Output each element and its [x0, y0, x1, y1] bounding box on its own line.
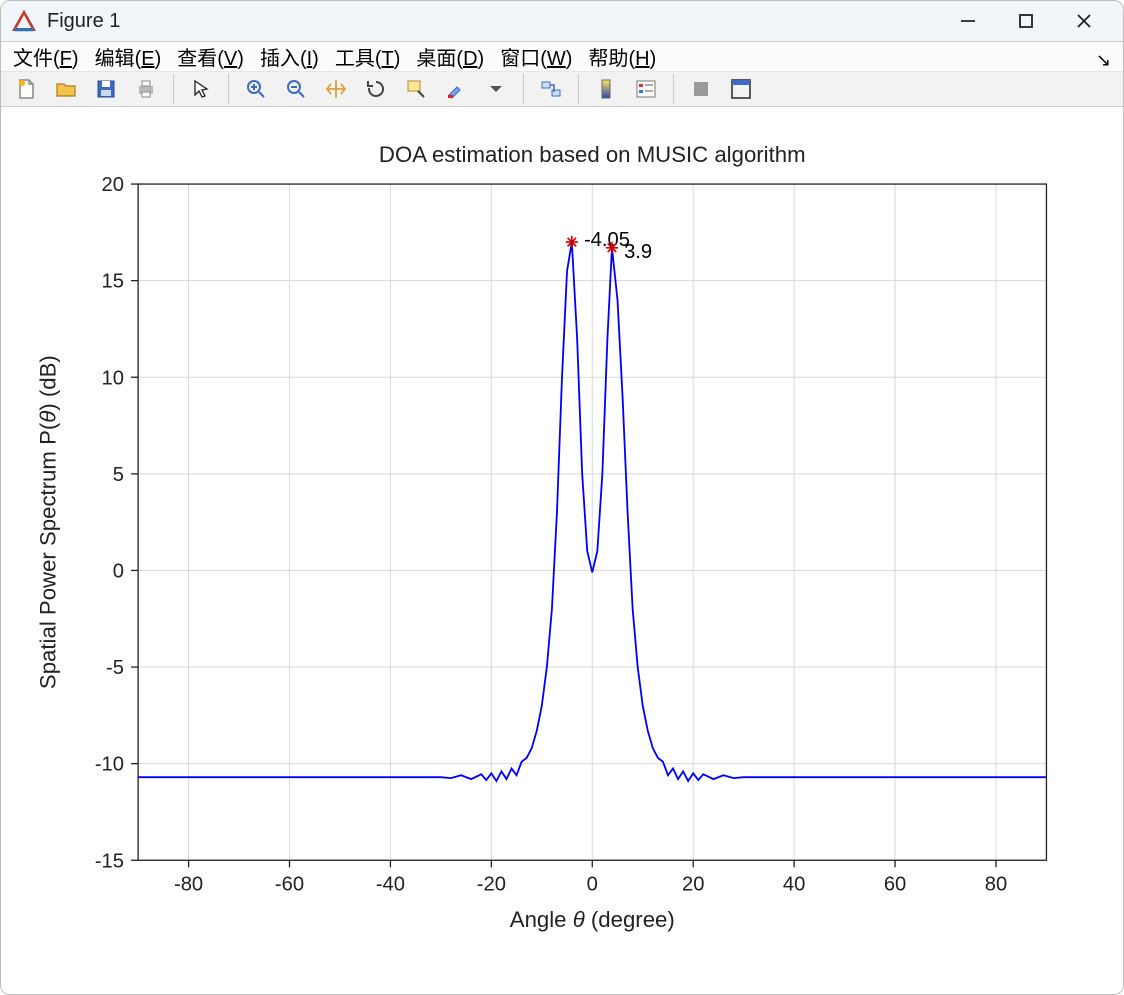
rotate-icon[interactable] — [359, 72, 393, 106]
svg-text:-15: -15 — [95, 850, 124, 872]
svg-text:-80: -80 — [174, 874, 203, 896]
menubar: 文件(F) 编辑(E) 查看(V) 插入(I) 工具(T) 桌面(D) 窗口(W… — [1, 42, 1123, 72]
menu-file[interactable]: 文件(F) — [13, 42, 79, 71]
menu-edit[interactable]: 编辑(E) — [95, 42, 162, 71]
y-axis-label: Spatial Power Spectrum P(θ) (dB) — [35, 355, 60, 689]
svg-text:40: 40 — [783, 874, 805, 896]
svg-text:-5: -5 — [106, 657, 124, 679]
svg-text:20: 20 — [102, 174, 124, 196]
toolbar-sep — [578, 74, 579, 104]
toolbar — [1, 72, 1123, 107]
menu-insert[interactable]: 插入(I) — [260, 42, 319, 71]
window-title: Figure 1 — [47, 10, 939, 33]
menu-view[interactable]: 查看(V) — [177, 42, 244, 71]
svg-text:-20: -20 — [477, 874, 506, 896]
save-icon[interactable] — [89, 72, 123, 106]
titlebar: Figure 1 — [1, 1, 1123, 42]
colorbar-icon[interactable] — [589, 72, 623, 106]
toolbar-sep — [523, 74, 524, 104]
pan-icon[interactable] — [319, 72, 353, 106]
chart-title: DOA estimation based on MUSIC algorithm — [379, 142, 806, 167]
toolbar-sep — [173, 74, 174, 104]
open-icon[interactable] — [49, 72, 83, 106]
svg-text:80: 80 — [985, 874, 1007, 896]
menu-overflow-icon[interactable]: ↘ — [1096, 50, 1111, 71]
plot-area[interactable]: -80 -60 -40 -20 0 20 40 60 80 -15 -10 -5 0 5 10 15 20 DOA… — [1, 107, 1123, 995]
close-button[interactable] — [1055, 1, 1113, 41]
svg-text:20: 20 — [682, 874, 704, 896]
brush-menu-icon[interactable] — [479, 72, 513, 106]
zoom-in-icon[interactable] — [239, 72, 273, 106]
brush-icon[interactable] — [439, 72, 473, 106]
annotation-label: 3.9 — [624, 241, 652, 263]
new-file-icon[interactable] — [9, 72, 43, 106]
print-icon[interactable] — [129, 72, 163, 106]
menu-desktop[interactable]: 桌面(D) — [416, 42, 484, 71]
minimize-button[interactable] — [939, 1, 997, 41]
datacursor-icon[interactable] — [399, 72, 433, 106]
hide-icon[interactable] — [684, 72, 718, 106]
svg-text:-10: -10 — [95, 754, 124, 776]
svg-text:0: 0 — [113, 561, 124, 583]
toolbar-sep — [228, 74, 229, 104]
menu-help[interactable]: 帮助(H) — [588, 42, 656, 71]
svg-text:-60: -60 — [275, 874, 304, 896]
svg-text:15: 15 — [102, 271, 124, 293]
menu-window[interactable]: 窗口(W) — [500, 42, 572, 71]
legend-icon[interactable] — [629, 72, 663, 106]
svg-text:0: 0 — [587, 874, 598, 896]
dock-icon[interactable] — [724, 72, 758, 106]
x-axis-label: Angle θ (degree) — [510, 907, 675, 932]
svg-text:10: 10 — [102, 367, 124, 389]
chart: -80 -60 -40 -20 0 20 40 60 80 -15 -10 -5 0 5 10 15 20 DOA… — [17, 121, 1107, 974]
zoom-out-icon[interactable] — [279, 72, 313, 106]
svg-text:60: 60 — [884, 874, 906, 896]
svg-text:5: 5 — [113, 464, 124, 486]
pointer-icon[interactable] — [184, 72, 218, 106]
link-icon[interactable] — [534, 72, 568, 106]
app-icon — [11, 8, 37, 34]
maximize-button[interactable] — [997, 1, 1055, 41]
toolbar-sep — [673, 74, 674, 104]
figure-window: Figure 1 文件(F) 编辑(E) 查看(V) 插入(I) 工具(T) 桌… — [0, 0, 1124, 995]
menu-tools[interactable]: 工具(T) — [335, 42, 401, 71]
svg-text:-40: -40 — [376, 874, 405, 896]
